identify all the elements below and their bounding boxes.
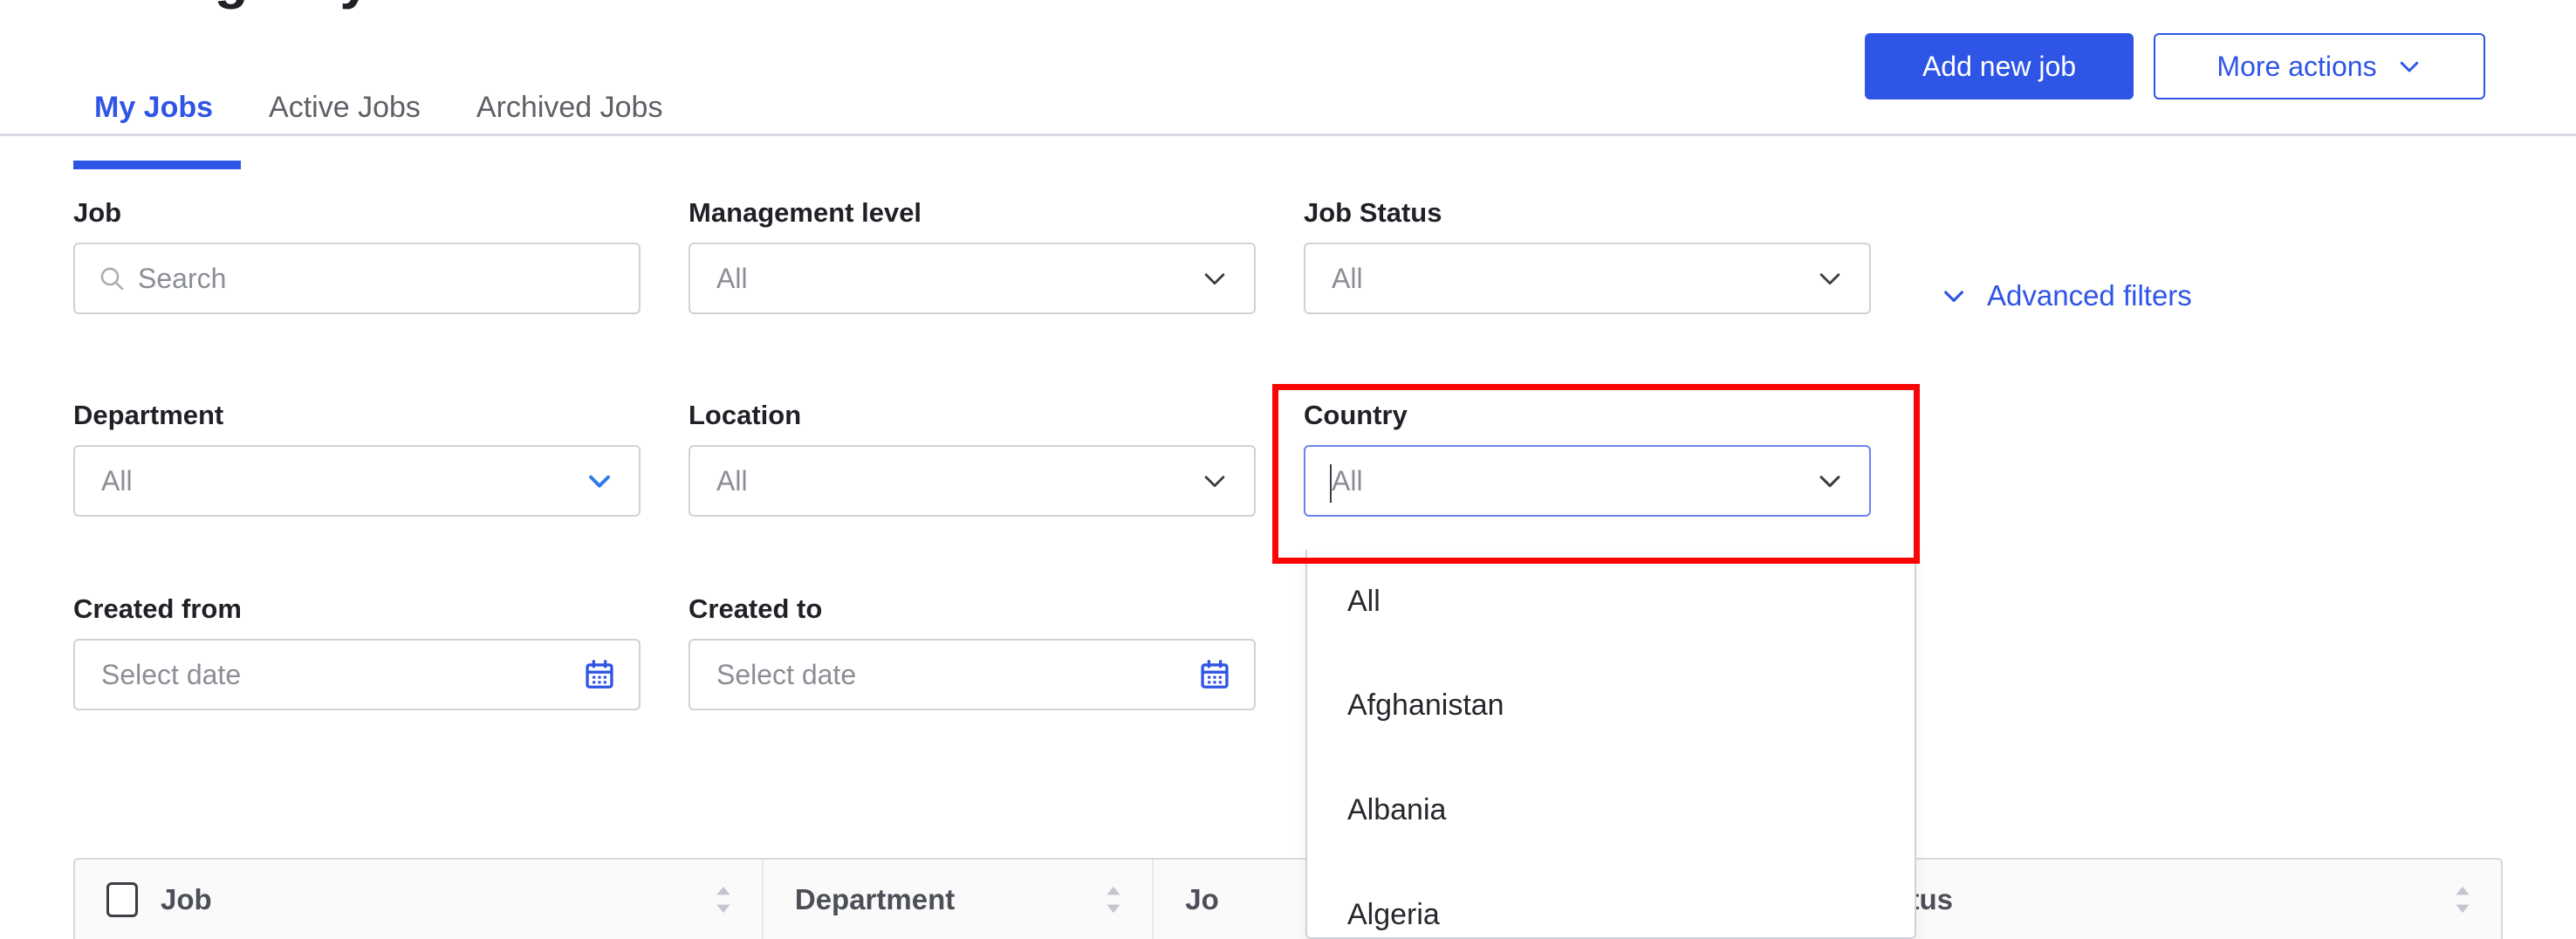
- filter-created-from-label: Created from: [73, 593, 242, 624]
- created-to-date-input[interactable]: Select date: [689, 639, 1256, 710]
- created-from-date-input[interactable]: Select date: [73, 639, 641, 710]
- job-status-select[interactable]: All: [1304, 243, 1871, 314]
- filter-job-status-label: Job Status: [1304, 197, 1442, 228]
- jobs-page: Manage My Jobs My Jobs Active Jobs Archi…: [0, 0, 2576, 939]
- tab-bar-divider: [0, 134, 2576, 136]
- filter-country: Country All: [1304, 400, 1871, 517]
- management-level-select[interactable]: All: [689, 243, 1256, 314]
- job-search-placeholder: Search: [138, 262, 227, 294]
- filter-job-label: Job: [73, 197, 122, 228]
- tab-archived-jobs[interactable]: Archived Jobs: [449, 77, 691, 173]
- filter-job-status: Job Status All: [1304, 197, 1871, 314]
- calendar-icon[interactable]: [1198, 658, 1231, 691]
- table-header-row: Job Department Jo Status: [75, 860, 2501, 939]
- management-level-value: All: [716, 262, 748, 294]
- more-actions-button[interactable]: More actions: [2154, 33, 2485, 99]
- sort-icon[interactable]: [715, 885, 732, 915]
- location-value: All: [716, 464, 748, 497]
- department-value: All: [101, 464, 133, 497]
- country-value: All: [1332, 464, 1363, 497]
- country-option-algeria[interactable]: Algeria: [1307, 862, 1915, 937]
- filter-management-level-label: Management level: [689, 197, 922, 228]
- tab-active-underline: [73, 161, 242, 169]
- filter-department-label: Department: [73, 400, 224, 430]
- select-all-checkbox[interactable]: [106, 881, 138, 917]
- filter-department: Department All: [73, 400, 641, 517]
- country-option-afghanistan[interactable]: Afghanistan: [1307, 653, 1915, 757]
- filter-created-to: Created to Select date: [689, 593, 1256, 710]
- table-column-job-label: Job: [161, 882, 212, 915]
- tab-active-jobs[interactable]: Active Jobs: [241, 77, 449, 173]
- chevron-down-icon: [1944, 291, 1963, 302]
- tab-my-jobs[interactable]: My Jobs: [73, 77, 242, 173]
- country-combobox[interactable]: All: [1304, 445, 1871, 517]
- filter-created-from: Created from Select date: [73, 593, 641, 710]
- table-column-job[interactable]: Job: [75, 860, 764, 939]
- filter-location-label: Location: [689, 400, 802, 430]
- created-from-placeholder: Select date: [101, 658, 242, 690]
- filter-management-level: Management level All: [689, 197, 1256, 314]
- filter-country-label: Country: [1304, 400, 1408, 430]
- chevron-down-icon: [1204, 476, 1225, 488]
- filter-created-to-label: Created to: [689, 593, 823, 624]
- calendar-icon[interactable]: [583, 658, 616, 691]
- job-search-input[interactable]: Search: [73, 243, 641, 314]
- country-option-albania[interactable]: Albania: [1307, 757, 1915, 862]
- job-status-value: All: [1332, 262, 1363, 294]
- search-icon: [100, 267, 124, 291]
- country-dropdown-list[interactable]: All Afghanistan Albania Algeria: [1305, 550, 1916, 939]
- advanced-filters-toggle[interactable]: Advanced filters: [1940, 279, 2192, 312]
- country-option-all[interactable]: All: [1307, 550, 1915, 653]
- tab-list: My Jobs Active Jobs Archived Jobs: [73, 77, 690, 173]
- chevron-down-icon: [2400, 61, 2418, 72]
- filter-location: Location All: [689, 400, 1256, 517]
- table-column-status[interactable]: Status: [1833, 860, 2501, 939]
- tab-archived-jobs-label: Archived Jobs: [476, 91, 663, 124]
- tab-active-jobs-label: Active Jobs: [269, 91, 421, 124]
- table-column-department-label: Department: [794, 882, 956, 915]
- chevron-down-icon: [1819, 273, 1840, 285]
- chevron-down-icon: [589, 475, 610, 488]
- sort-icon[interactable]: [1105, 885, 1122, 915]
- advanced-filters-label: Advanced filters: [1987, 279, 2192, 312]
- page-title: Manage My Jobs: [73, 0, 515, 10]
- table-column-department[interactable]: Department: [764, 860, 1154, 939]
- table-column-job-id-label: Jo: [1185, 882, 1219, 915]
- more-actions-label: More actions: [2216, 50, 2377, 82]
- chevron-down-icon: [1819, 476, 1840, 488]
- chevron-down-icon: [1204, 273, 1225, 285]
- created-to-placeholder: Select date: [716, 658, 857, 690]
- sort-icon[interactable]: [2454, 885, 2471, 915]
- location-select[interactable]: All: [689, 445, 1256, 517]
- text-cursor: [1330, 464, 1332, 503]
- tab-my-jobs-label: My Jobs: [94, 91, 214, 124]
- add-new-job-button[interactable]: Add new job: [1865, 33, 2134, 99]
- filter-job: Job Search: [73, 197, 641, 314]
- department-select[interactable]: All: [73, 445, 641, 517]
- jobs-table: Job Department Jo Status: [73, 858, 2503, 939]
